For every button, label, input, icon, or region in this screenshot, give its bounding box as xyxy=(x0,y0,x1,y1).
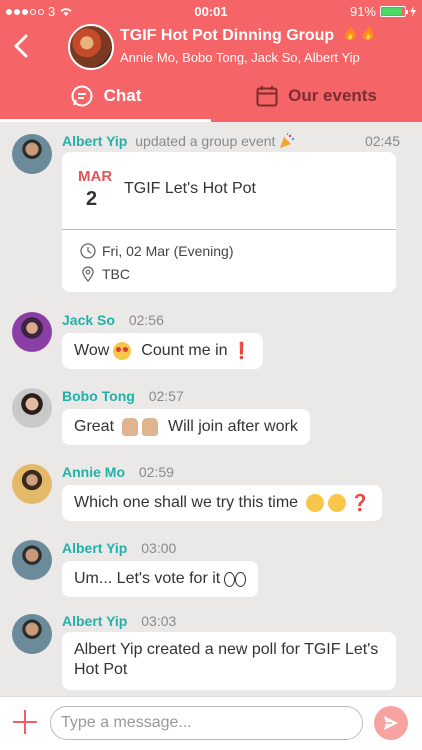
message-time: 02:56 xyxy=(128,312,164,328)
thinking-emoji-icon xyxy=(306,494,325,512)
group-title-text: TGIF Hot Pot Dinning Group xyxy=(120,27,335,44)
tab-bar: Chat Our events xyxy=(0,70,422,122)
message-text: Wow xyxy=(74,342,110,359)
tab-chat-label: Chat xyxy=(103,86,142,105)
message-time: 02:57 xyxy=(148,388,184,404)
message-text: Um... Let's vote for it xyxy=(74,570,221,587)
tab-chat[interactable]: Chat xyxy=(0,70,211,122)
thumbs-up-icon xyxy=(142,418,159,436)
message-text: Great xyxy=(74,418,115,435)
message-bubble[interactable]: Um... Let's vote for it xyxy=(62,561,259,597)
fire-icon xyxy=(362,26,374,40)
message-time: 02:59 xyxy=(138,464,174,480)
message-time: 02:45 xyxy=(364,133,400,149)
thumbs-up-icon xyxy=(122,418,139,436)
sender-name[interactable]: Annie Mo xyxy=(62,464,125,480)
message-input-bar xyxy=(0,696,422,750)
tab-our-events[interactable]: Our events xyxy=(211,70,422,122)
message-item: Albert Yip 03:03 Albert Yip created a ne… xyxy=(0,604,422,696)
message-input[interactable] xyxy=(50,706,363,740)
sender-name[interactable]: Bobo Tong xyxy=(62,388,135,404)
message-list[interactable]: Albert Yip updated a group event 02:45 M… xyxy=(0,122,422,696)
sender-name[interactable]: Albert Yip xyxy=(62,540,127,556)
message-text: Will join after work xyxy=(168,418,298,435)
event-location: TBC xyxy=(102,266,130,282)
chat-icon xyxy=(71,85,93,107)
message-item: Albert Yip 03:00 Um... Let's vote for it xyxy=(0,532,422,598)
message-time: 03:03 xyxy=(141,613,177,629)
group-title[interactable]: TGIF Hot Pot Dinning Group xyxy=(120,26,375,45)
heart-eyes-emoji-icon xyxy=(113,342,132,360)
question-mark-icon: ❓ xyxy=(350,495,370,512)
chevron-left-icon xyxy=(14,34,28,58)
thinking-emoji-icon xyxy=(328,494,347,512)
send-icon xyxy=(384,716,398,730)
message-action: updated a group event xyxy=(135,133,276,149)
event-card[interactable]: MAR 2 TGIF Let's Hot Pot Fri, 02 Mar (Ev… xyxy=(62,152,396,292)
battery-percent: 91% xyxy=(349,4,376,19)
message-item: Jack So 02:56 Wow Count me in ❗ xyxy=(0,304,422,370)
charging-icon xyxy=(410,6,416,17)
eyes-emoji-icon xyxy=(224,570,247,588)
message-bubble[interactable]: Which one shall we try this time ❓ xyxy=(62,485,382,521)
message-text: Hot Pot xyxy=(74,661,128,678)
avatar[interactable] xyxy=(12,540,52,580)
message-bubble[interactable]: Wow Count me in ❗ xyxy=(62,333,264,369)
sender-name[interactable]: Albert Yip xyxy=(62,613,127,629)
avatar[interactable] xyxy=(12,312,52,352)
calendar-icon xyxy=(256,86,278,107)
message-item: Bobo Tong 02:57 Great Will join after wo… xyxy=(0,380,422,446)
send-button[interactable] xyxy=(374,706,408,740)
event-divider xyxy=(62,229,396,230)
event-month: MAR xyxy=(78,168,113,185)
sender-name[interactable]: Jack So xyxy=(62,312,115,328)
chat-header: TGIF Hot Pot Dinning Group Annie Mo, Bob… xyxy=(0,22,422,70)
message-text: Which one shall we try this time xyxy=(74,494,299,511)
event-date: Fri, 02 Mar (Evening) xyxy=(102,243,234,259)
event-title: TGIF Let's Hot Pot xyxy=(124,180,256,197)
avatar[interactable] xyxy=(12,614,52,654)
sender-name[interactable]: Albert Yip xyxy=(62,133,127,149)
message-item: Albert Yip updated a group event 02:45 M… xyxy=(0,122,422,298)
avatar[interactable] xyxy=(12,134,52,174)
party-popper-icon xyxy=(280,132,295,148)
group-avatar[interactable] xyxy=(68,24,114,70)
group-members: Annie Mo, Bobo Tong, Jack So, Albert Yip xyxy=(120,50,360,65)
battery-icon xyxy=(380,6,408,17)
back-button[interactable] xyxy=(10,30,34,62)
avatar[interactable] xyxy=(12,388,52,428)
message-text: Count me in xyxy=(141,342,228,359)
avatar[interactable] xyxy=(12,464,52,504)
fire-icon xyxy=(344,26,355,40)
message-time: 03:00 xyxy=(141,540,177,556)
message-item: Annie Mo 02:59 Which one shall we try th… xyxy=(0,456,422,522)
message-text: Albert Yip created a new poll for TGIF L… xyxy=(74,641,379,658)
clock-icon xyxy=(80,243,96,259)
location-pin-icon xyxy=(82,266,94,282)
event-day: 2 xyxy=(86,188,98,210)
status-bar: 3 00:01 91% xyxy=(0,0,422,22)
add-attachment-button[interactable] xyxy=(12,708,40,736)
message-bubble[interactable]: Great Will join after work xyxy=(62,409,310,445)
tab-our-events-label: Our events xyxy=(288,86,377,105)
message-bubble[interactable]: Albert Yip created a new poll for TGIF L… xyxy=(62,632,396,690)
exclamation-icon: ❗ xyxy=(231,343,252,360)
